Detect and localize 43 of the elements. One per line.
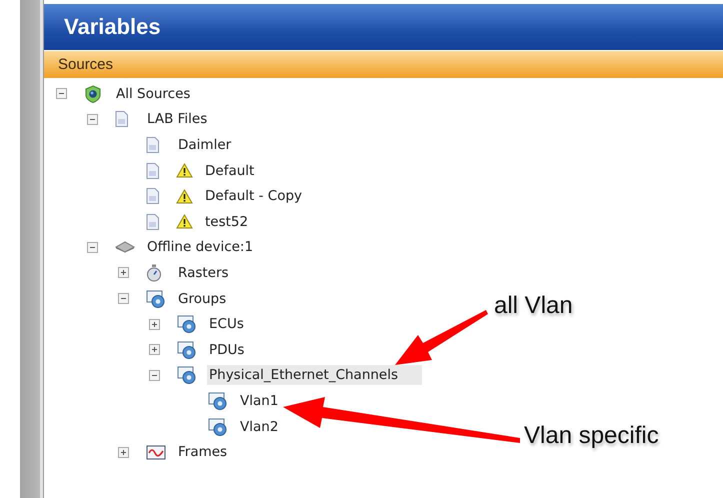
tree-item[interactable]: PDUs bbox=[207, 340, 246, 360]
tree-item[interactable]: Groups bbox=[176, 288, 228, 309]
expander-toggle[interactable] bbox=[149, 318, 160, 330]
panel-title: Variables bbox=[44, 4, 723, 50]
tree-item[interactable]: Physical_Ethernet_Channels bbox=[207, 365, 422, 386]
tree-item[interactable]: ECUs bbox=[207, 314, 246, 334]
tree-item[interactable]: Vlan2 bbox=[238, 416, 280, 437]
network-group-icon bbox=[146, 290, 166, 308]
document-icon bbox=[146, 162, 159, 179]
shield-icon bbox=[84, 84, 102, 103]
tree-item[interactable]: Default bbox=[203, 160, 256, 181]
tree-item[interactable]: Frames bbox=[176, 442, 230, 462]
document-icon bbox=[146, 136, 159, 153]
expander-toggle[interactable] bbox=[118, 293, 129, 304]
expander-toggle[interactable] bbox=[149, 370, 160, 381]
annotation-text: all Vlan bbox=[494, 292, 573, 320]
tree-item[interactable]: All Sources bbox=[114, 84, 192, 104]
expander-toggle[interactable] bbox=[56, 88, 67, 100]
expander-toggle[interactable] bbox=[87, 242, 98, 253]
tree-item[interactable]: Daimler bbox=[176, 134, 234, 155]
document-icon bbox=[115, 111, 128, 128]
expander-toggle[interactable] bbox=[149, 344, 160, 356]
device-icon bbox=[115, 241, 135, 254]
section-header: Sources bbox=[44, 50, 723, 78]
network-group-icon bbox=[177, 315, 197, 334]
expander-toggle[interactable] bbox=[118, 446, 129, 458]
annotation-text: Vlan specific bbox=[524, 422, 659, 450]
document-icon bbox=[146, 188, 159, 204]
stopwatch-icon bbox=[146, 264, 162, 282]
tree-item[interactable]: test52 bbox=[203, 212, 250, 232]
waveform-icon bbox=[146, 444, 166, 460]
network-group-icon bbox=[177, 366, 197, 384]
tree-item[interactable]: Vlan1 bbox=[238, 390, 280, 411]
network-group-icon bbox=[208, 392, 228, 410]
document-icon bbox=[146, 214, 159, 230]
tree-item[interactable]: Rasters bbox=[176, 262, 231, 283]
expander-toggle[interactable] bbox=[118, 267, 129, 278]
expander-toggle[interactable] bbox=[87, 114, 98, 125]
tree-item[interactable]: Default - Copy bbox=[203, 186, 304, 206]
network-group-icon bbox=[177, 340, 197, 359]
network-group-icon bbox=[208, 418, 228, 436]
tree-item[interactable]: Offline device:1 bbox=[145, 237, 256, 258]
tree-item[interactable]: LAB Files bbox=[145, 109, 210, 130]
